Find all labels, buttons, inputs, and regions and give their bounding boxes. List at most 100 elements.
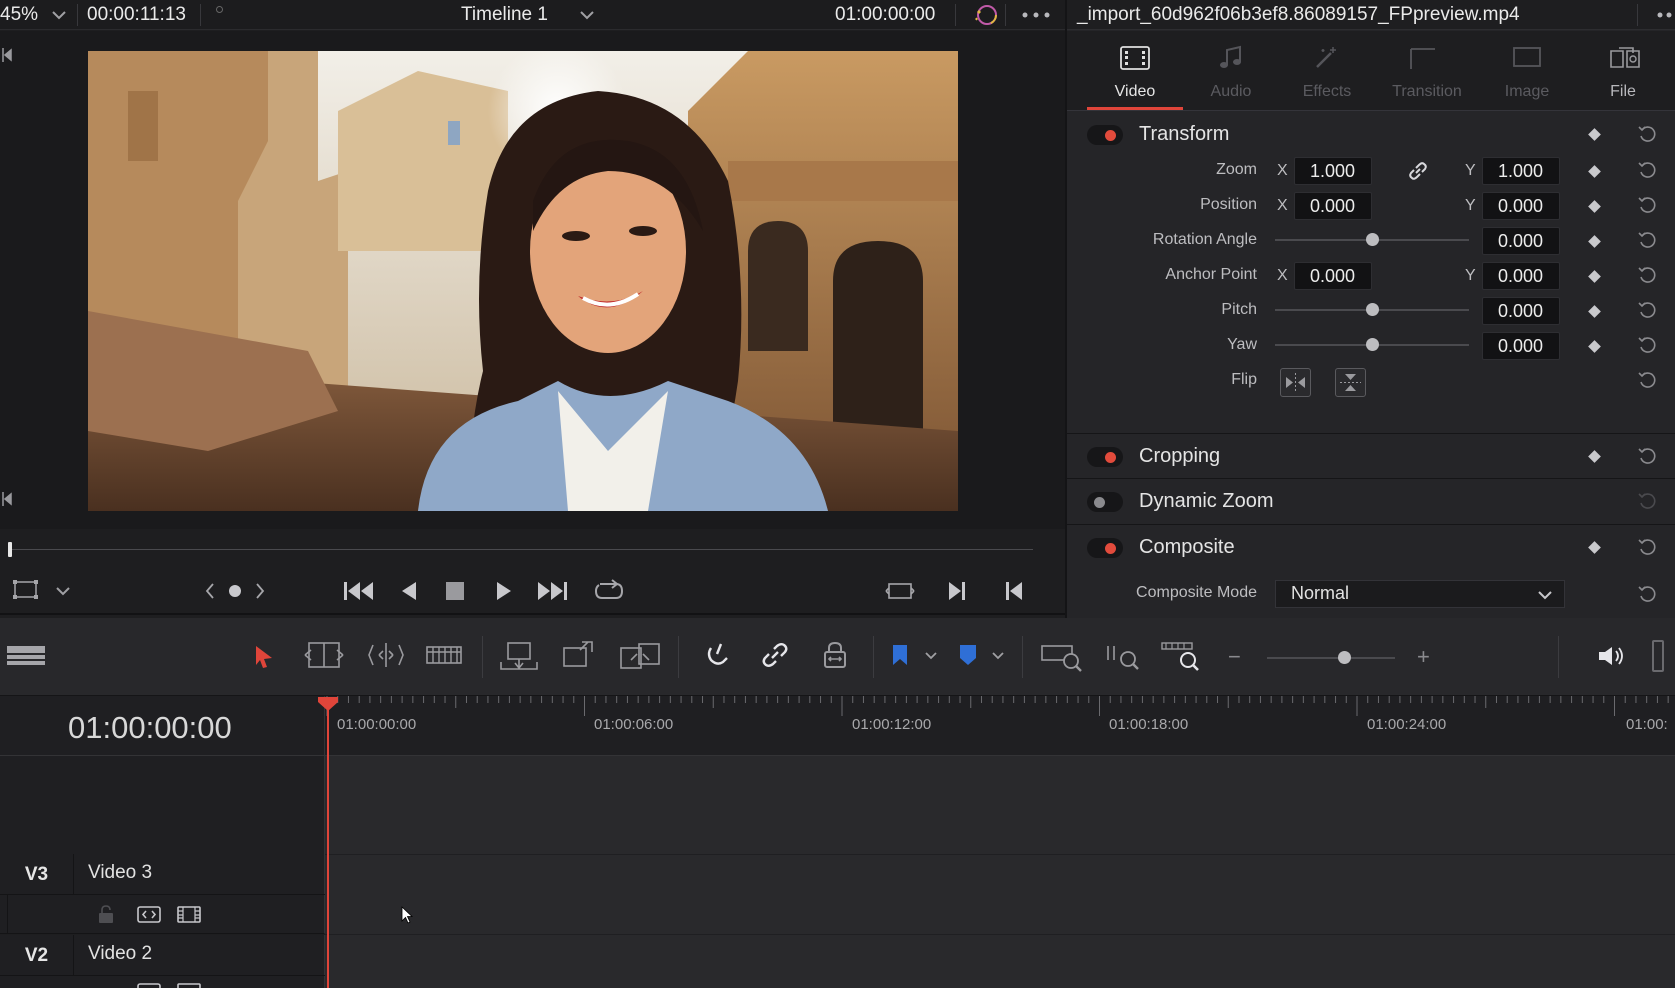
zoom-dropdown-chevron-icon[interactable] [52,10,66,20]
yaw-slider-knob[interactable] [1366,338,1379,351]
dynamic-zoom-enable-toggle[interactable] [1087,492,1123,512]
lock-track-icon[interactable] [97,904,115,924]
loop-icon[interactable] [592,578,626,604]
dynamic-trim-icon[interactable] [365,640,407,670]
replace-clip-icon[interactable] [617,640,663,672]
reset-icon[interactable] [1637,446,1657,466]
color-wheel-icon[interactable] [972,3,998,27]
reset-icon[interactable] [1637,491,1657,511]
keyframe-icon[interactable] [1588,541,1601,554]
timeline-ruler[interactable]: 01:00:00:00 01:00:06:00 01:00:12:00 01:0… [325,696,1675,756]
trim-tool-icon[interactable] [303,640,345,670]
pitch-slider-knob[interactable] [1366,303,1379,316]
timeline-zoom-slider[interactable] [1267,657,1395,659]
composite-title[interactable]: Composite [1139,536,1235,559]
zoom-detail-icon[interactable] [1104,642,1144,672]
playhead-line[interactable] [327,702,329,988]
previous-edit-icon[interactable] [1004,580,1024,602]
reset-icon[interactable] [1637,584,1657,604]
track-name[interactable]: Video 3 [88,862,152,884]
play-reverse-icon[interactable] [400,580,418,602]
linked-selection-icon[interactable] [760,640,790,670]
pitch-field[interactable]: 0.000 [1482,297,1560,325]
zoom-in-button[interactable]: + [1417,644,1430,670]
audio-meter-toggle[interactable] [1652,640,1664,672]
transform-title[interactable]: Transform [1139,123,1229,146]
timeline-name[interactable]: Timeline 1 [461,4,548,26]
scrub-handle[interactable] [8,542,12,557]
reset-icon[interactable] [1637,265,1657,285]
anchor-x-field[interactable]: 0.000 [1294,262,1372,290]
auto-select-icon[interactable] [136,981,162,988]
tab-transition[interactable]: Transition [1375,31,1479,111]
viewer-overlay-icon[interactable] [12,579,40,601]
video-preview[interactable] [88,51,958,511]
tab-file[interactable]: File [1575,31,1671,111]
reset-icon[interactable] [1637,195,1657,215]
keyframe-icon[interactable] [1588,340,1601,353]
reset-icon[interactable] [1637,335,1657,355]
flag-dropdown-chevron-icon[interactable] [925,652,937,660]
timeline-tracks-area[interactable] [325,756,1675,988]
tab-audio[interactable]: Audio [1183,31,1279,111]
overlay-dropdown-chevron-icon[interactable] [56,586,70,596]
match-frame-icon[interactable] [885,579,915,603]
zoom-x-field[interactable]: 1.000 [1294,157,1372,185]
dynamic-zoom-title[interactable]: Dynamic Zoom [1139,490,1273,513]
reset-icon[interactable] [1637,370,1657,390]
timeline-zoom-slider-knob[interactable] [1337,651,1351,664]
snapping-icon[interactable] [703,640,733,670]
stop-icon[interactable] [445,581,465,601]
track-enable-icon[interactable] [176,904,202,924]
viewer-zoom-level[interactable]: 45% [0,4,38,26]
cropping-title[interactable]: Cropping [1139,445,1220,468]
position-lock-icon[interactable] [820,640,850,670]
zoom-out-button[interactable]: − [1228,644,1241,670]
cropping-enable-toggle[interactable] [1087,447,1123,467]
keyframe-icon[interactable] [1588,235,1601,248]
yaw-field[interactable]: 0.000 [1482,332,1560,360]
link-icon[interactable] [1407,160,1429,182]
anchor-y-field[interactable]: 0.000 [1482,262,1560,290]
reset-icon[interactable] [1637,300,1657,320]
track-id[interactable]: V2 [0,935,74,975]
keyframe-icon[interactable] [1588,128,1601,141]
reset-icon[interactable] [1637,124,1657,144]
keyframe-icon[interactable] [1588,305,1601,318]
zoom-custom-icon[interactable] [1160,640,1204,672]
keyframe-icon[interactable] [1588,200,1601,213]
inspector-options-icon[interactable] [1657,12,1675,18]
overwrite-clip-icon[interactable] [560,638,598,672]
rotation-field[interactable]: 0.000 [1482,227,1560,255]
composite-enable-toggle[interactable] [1087,538,1123,558]
flip-horizontal-button[interactable] [1280,368,1311,397]
timeline-view-options-icon[interactable] [6,644,46,668]
selection-tool-icon[interactable] [253,644,275,670]
keyframe-icon[interactable] [1588,450,1601,463]
more-options-icon[interactable] [1022,12,1050,18]
zoom-y-field[interactable]: 1.000 [1482,157,1560,185]
viewer-scrub-bar[interactable] [10,549,1033,550]
transform-enable-toggle[interactable] [1087,125,1123,145]
reset-icon[interactable] [1637,230,1657,250]
flip-vertical-button[interactable] [1335,368,1366,397]
go-to-end-icon[interactable] [536,580,568,602]
rotation-slider-knob[interactable] [1366,233,1379,246]
blade-tool-icon[interactable] [425,640,463,670]
keyframe-icon[interactable] [1588,270,1601,283]
reset-icon[interactable] [1637,160,1657,180]
go-to-start-icon[interactable] [343,580,375,602]
insert-clip-icon[interactable] [497,640,541,672]
tab-effects[interactable]: Effects [1279,31,1375,111]
timeline-timecode[interactable]: 01:00:00:00 [68,710,232,746]
keyframe-icon[interactable] [1588,165,1601,178]
track-id[interactable]: V3 [0,854,74,894]
zoom-to-fit-icon[interactable] [1040,642,1084,672]
reset-icon[interactable] [1637,537,1657,557]
track-name[interactable]: Video 2 [88,943,152,965]
position-y-field[interactable]: 0.000 [1482,192,1560,220]
tab-image[interactable]: Image [1479,31,1575,111]
position-x-field[interactable]: 0.000 [1294,192,1372,220]
track-enable-icon[interactable] [176,981,202,988]
playhead-handle-icon[interactable] [317,696,339,712]
